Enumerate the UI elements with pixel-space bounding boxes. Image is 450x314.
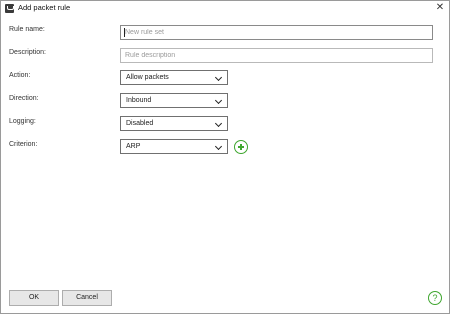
chevron-down-icon [214, 142, 223, 151]
chevron-down-icon [214, 119, 223, 128]
cancel-button[interactable]: Cancel [62, 290, 112, 306]
logging-select-value: Disabled [126, 120, 154, 127]
direction-select-value: Inbound [126, 97, 152, 104]
window-title: Add packet rule [18, 3, 71, 12]
criterion-select[interactable]: ARP [120, 139, 228, 154]
add-criterion-button[interactable] [234, 140, 248, 154]
help-icon[interactable]: ? [428, 291, 442, 305]
direction-select[interactable]: Inbound [120, 93, 228, 108]
description-input[interactable] [120, 48, 433, 63]
criterion-label: Criterion: [9, 141, 38, 148]
app-shield-icon [5, 4, 14, 13]
description-label: Description: [9, 49, 46, 56]
action-label: Action: [9, 72, 31, 79]
close-icon[interactable]: ✕ [434, 1, 446, 15]
direction-label: Direction: [9, 95, 39, 102]
chevron-down-icon [214, 96, 223, 105]
add-packet-rule-dialog: Add packet rule ✕ Rule name: Description… [0, 0, 450, 314]
text-caret [124, 28, 125, 37]
logging-select[interactable]: Disabled [120, 116, 228, 131]
rule-name-label: Rule name: [9, 26, 45, 33]
rule-name-input[interactable] [120, 25, 433, 40]
ok-button[interactable]: OK [9, 290, 59, 306]
criterion-select-value: ARP [126, 143, 141, 150]
chevron-down-icon [214, 73, 223, 82]
action-select-value: Allow packets [126, 74, 169, 81]
plus-circle-icon-stroke [240, 144, 242, 150]
logging-label: Logging: [9, 118, 36, 125]
title-bar: Add packet rule ✕ [1, 1, 449, 16]
action-select[interactable]: Allow packets [120, 70, 228, 85]
